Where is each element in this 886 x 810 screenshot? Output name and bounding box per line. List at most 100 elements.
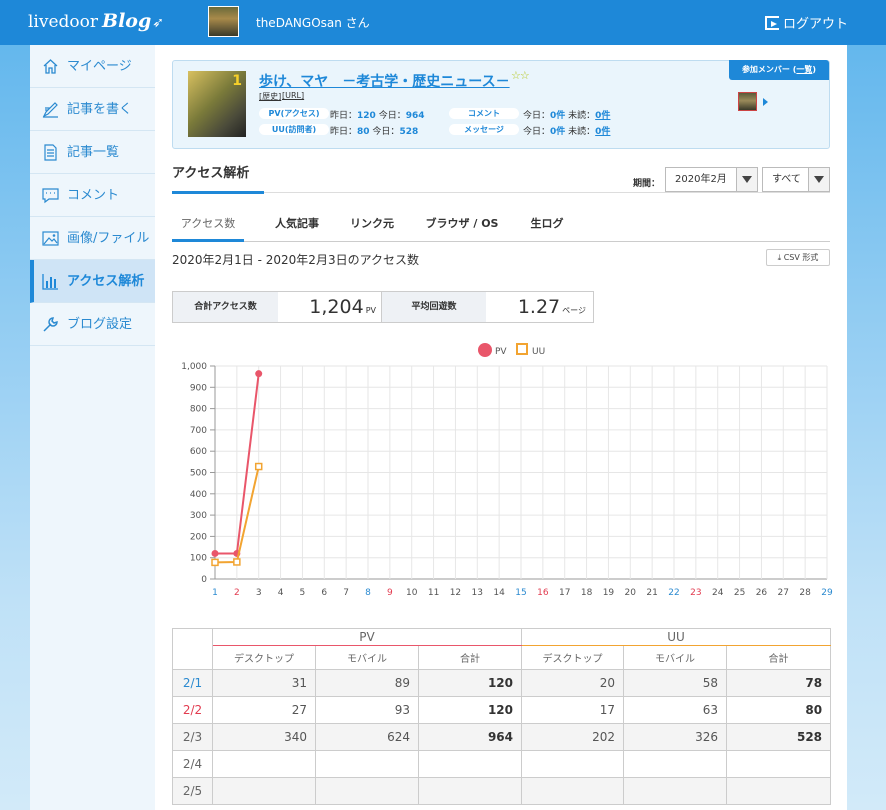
bar-chart-icon <box>42 274 58 290</box>
total-access-value: 1,204 PV <box>309 296 376 318</box>
table-cell: 63 <box>623 696 728 724</box>
table-cell <box>726 750 832 778</box>
table-cell <box>623 777 728 805</box>
comment-label: コメント <box>449 108 519 119</box>
comment-unread-link[interactable]: 0件 <box>595 111 610 121</box>
uu-stats: 昨日：80 今日：528 <box>330 127 419 137</box>
x-tick-label: 29 <box>821 588 833 598</box>
member-list-link[interactable]: 一覧 <box>796 65 812 74</box>
table-row: 2/3 340 624 964 202 326 528 <box>172 723 832 751</box>
chevron-down-icon <box>736 168 757 191</box>
period-label: 期間： <box>633 179 661 189</box>
message-stats: 今日：0件 未読：0件 <box>523 127 611 137</box>
sidebar-item-mypage[interactable]: マイページ <box>30 45 155 88</box>
filter-select[interactable]: すべて <box>762 167 830 192</box>
sidebar-item-images[interactable]: 画像/ファイル <box>30 217 155 260</box>
member-button[interactable]: 参加メンバー (一覧) <box>729 60 829 80</box>
table-subheader: デスクトップ <box>212 645 316 670</box>
table-cell: 31 <box>212 669 316 697</box>
y-tick-label: 400 <box>190 490 207 500</box>
logo-blog-text: Blog <box>102 10 152 32</box>
url-tag[interactable]: [URL] <box>282 91 304 100</box>
image-icon <box>42 231 59 246</box>
user-name[interactable]: theDANGOsan さん <box>256 14 370 31</box>
chevron-right-icon[interactable] <box>763 98 768 106</box>
x-tick-label: 14 <box>493 588 505 598</box>
x-tick-label: 23 <box>690 588 701 598</box>
tab-referrer[interactable]: リンク元 <box>342 212 402 242</box>
section-underline <box>172 191 264 194</box>
chevron-down-icon <box>808 168 829 191</box>
y-tick-label: 200 <box>190 532 207 542</box>
blog-thumbnail[interactable] <box>188 71 246 137</box>
table-cell: 17 <box>521 696 625 724</box>
livedoor-blog-logo[interactable]: livedoor Blog➶ <box>28 10 164 32</box>
summary-box: 合計アクセス数 1,204 PV 平均回遊数 1.27 ページ <box>172 291 594 323</box>
comment-stats: 今日：0件 未読：0件 <box>523 111 611 121</box>
table-cell <box>315 777 419 805</box>
legend-marker-pv <box>478 343 492 357</box>
feather-icon: ➶ <box>152 15 165 31</box>
csv-download-button[interactable]: ⤓ CSV 形式 <box>766 249 830 266</box>
sidebar-item-settings[interactable]: ブログ設定 <box>30 303 155 346</box>
table-cell: 78 <box>726 669 832 697</box>
x-tick-label: 5 <box>300 588 306 598</box>
blog-title-link[interactable]: 歩け、マヤ －考古学・歴史ニュース－ <box>259 71 510 91</box>
sidebar-item-label: コメント <box>67 188 120 203</box>
table-cell <box>417 750 523 778</box>
user-avatar[interactable] <box>208 6 239 37</box>
period-select[interactable]: 2020年2月 <box>665 167 758 192</box>
access-chart: 0 100 200 300 400 500 600 700 800 900 1,000 1 2 3 4 5 6 7… <box>155 335 847 605</box>
x-tick-label: 4 <box>278 588 284 598</box>
x-tick-label: 26 <box>756 588 768 598</box>
list-icon <box>44 144 57 161</box>
x-tick-label: 27 <box>778 588 789 598</box>
message-unread-link[interactable]: 0件 <box>595 127 610 137</box>
table-cell: 202 <box>521 723 625 751</box>
avg-pages-value: 1.27 ページ <box>517 296 586 318</box>
wrench-icon <box>43 317 58 332</box>
blog-summary-card: 歩け、マヤ －考古学・歴史ニュース－ ☆☆ [歴史] [URL] PV(アクセス… <box>172 60 830 149</box>
table-date-cell: 2/4 <box>172 750 213 778</box>
star-icon: ☆☆ <box>511 69 530 82</box>
sidebar-item-comments[interactable]: コメント <box>30 174 155 217</box>
table-cell: 340 <box>212 723 316 751</box>
table-cell <box>521 777 625 805</box>
tab-browser[interactable]: ブラウザ / OS <box>417 212 507 242</box>
logout-icon <box>764 16 779 30</box>
category-tag[interactable]: [歴史] <box>259 91 281 102</box>
x-tick-label: 19 <box>603 588 615 598</box>
x-tick-label: 25 <box>734 588 745 598</box>
pen-icon <box>42 102 58 118</box>
table-corner <box>172 628 213 670</box>
table-subheader: デスクトップ <box>521 645 625 670</box>
sidebar-item-write[interactable]: 記事を書く <box>30 88 155 131</box>
table-cell: 528 <box>726 723 832 751</box>
pv-stats: 昨日：120 今日：964 <box>330 111 425 121</box>
table-cell <box>521 750 625 778</box>
table-cell <box>212 750 316 778</box>
x-tick-label: 10 <box>406 588 418 598</box>
line-chart: 01002003004005006007008009001,0001 2 3 4 5 6 7… <box>181 343 833 598</box>
x-tick-label: 28 <box>799 588 811 598</box>
logout-button[interactable]: ログアウト <box>764 13 848 32</box>
sidebar-item-articles[interactable]: 記事一覧 <box>30 131 155 174</box>
sidebar: マイページ 記事を書く 記事一覧 コメント 画像/ファイル アクセス解析 ブログ… <box>30 45 155 810</box>
sidebar-item-label: 記事を書く <box>67 102 133 117</box>
tab-rawlog[interactable]: 生ログ <box>517 212 577 242</box>
member-avatar[interactable] <box>738 92 757 111</box>
legend-label-pv: PV <box>495 347 507 357</box>
table-cell: 27 <box>212 696 316 724</box>
x-tick-label: 8 <box>365 588 371 598</box>
table-subheader: 合計 <box>417 645 523 670</box>
download-icon: ⤓ <box>777 253 782 262</box>
tab-popular[interactable]: 人気記事 <box>267 212 327 242</box>
table-subheader: 合計 <box>726 645 832 670</box>
tab-access[interactable]: アクセス数 <box>172 212 244 242</box>
table-row: 2/4 <box>172 750 832 778</box>
sidebar-item-label: アクセス解析 <box>67 274 145 289</box>
sidebar-item-analytics[interactable]: アクセス解析 <box>30 260 155 303</box>
data-point-uu <box>211 558 219 567</box>
main-content: 歩け、マヤ －考古学・歴史ニュース－ ☆☆ [歴史] [URL] PV(アクセス… <box>155 45 847 810</box>
x-tick-label: 13 <box>472 588 483 598</box>
